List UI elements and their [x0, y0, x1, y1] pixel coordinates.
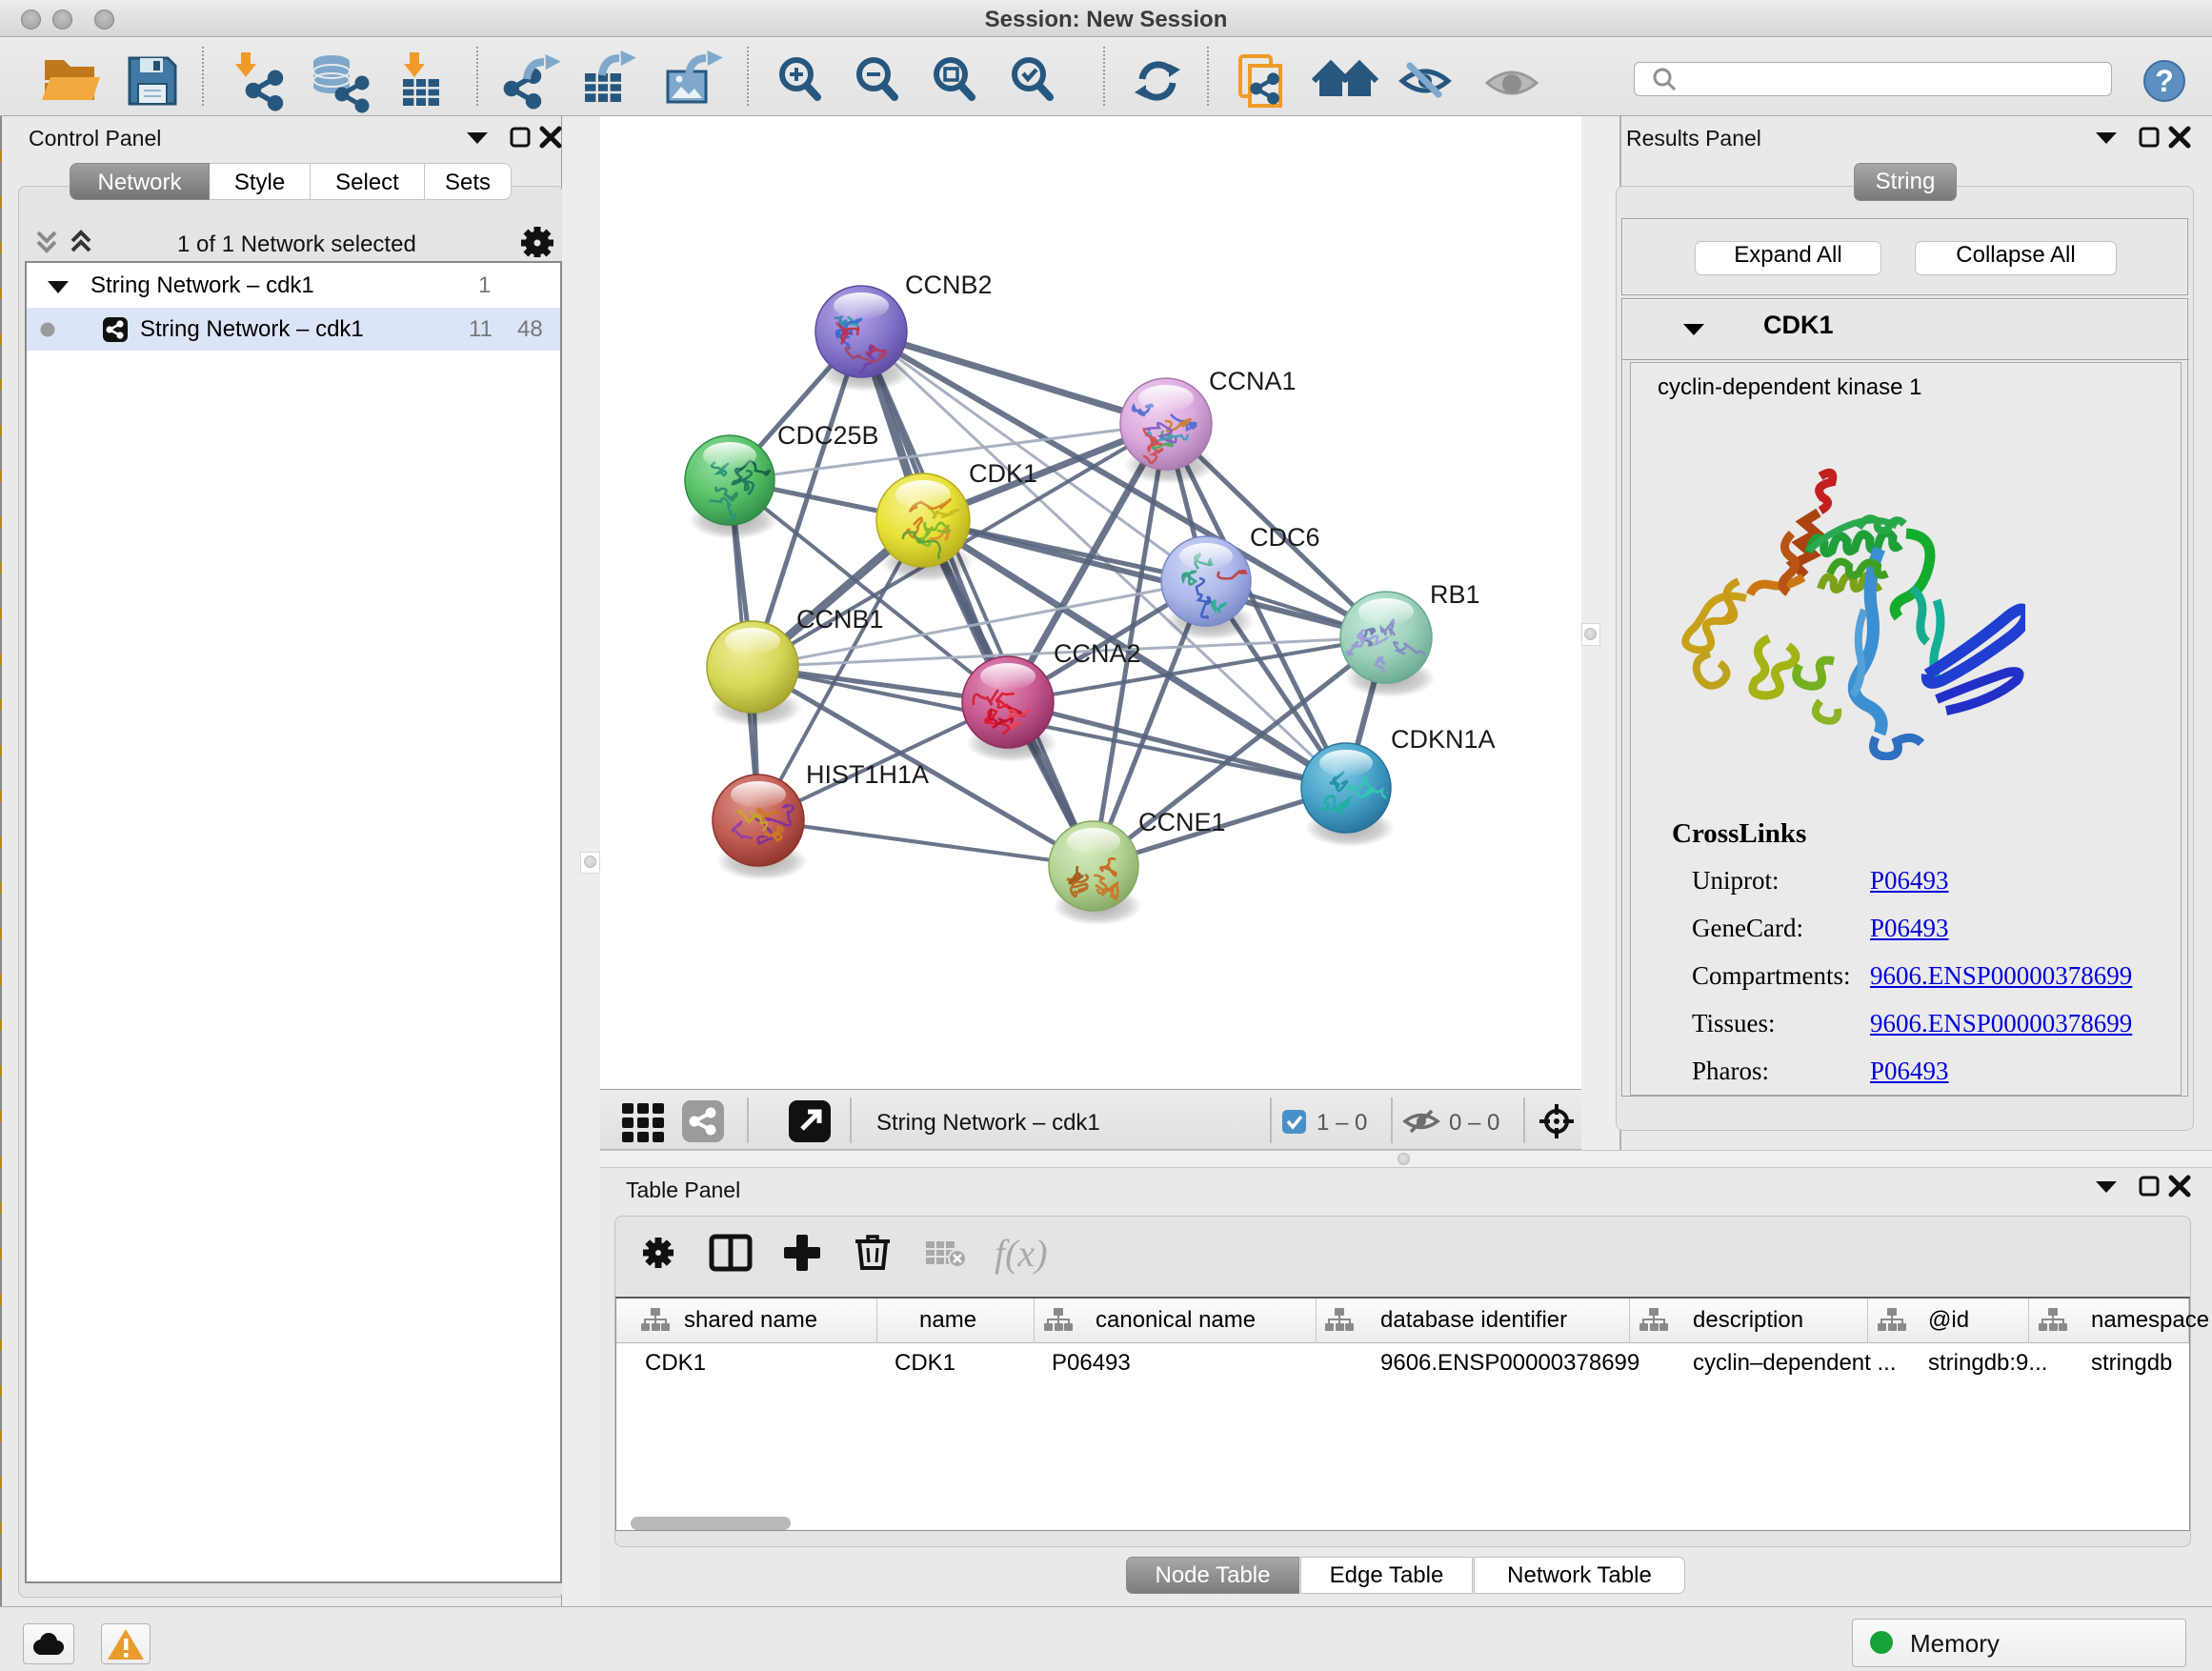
svg-text:CCNE1: CCNE1 — [1138, 808, 1226, 836]
svg-text:CDC6: CDC6 — [1250, 523, 1320, 552]
svg-text:CCNB1: CCNB1 — [796, 605, 884, 634]
svg-text:1 – 0: 1 – 0 — [1317, 1110, 1367, 1136]
svg-text:HIST1H1A: HIST1H1A — [806, 760, 929, 789]
svg-text:CCNA1: CCNA1 — [1209, 367, 1297, 395]
svg-text:CCNA2: CCNA2 — [1054, 639, 1141, 668]
svg-text:1 of 1 Network selected: 1 of 1 Network selected — [177, 232, 416, 257]
svg-text:String Network – cdk1: String Network – cdk1 — [876, 1110, 1100, 1136]
svg-text:CCNB2: CCNB2 — [905, 271, 993, 299]
svg-text:?: ? — [2155, 64, 2174, 98]
svg-text:0 – 0: 0 – 0 — [1449, 1110, 1499, 1136]
svg-text:RB1: RB1 — [1430, 580, 1480, 609]
svg-text:CDC25B: CDC25B — [777, 421, 879, 450]
svg-text:f(x): f(x) — [995, 1232, 1048, 1275]
svg-text:CDK1: CDK1 — [969, 459, 1037, 488]
svg-text:CDKN1A: CDKN1A — [1391, 725, 1496, 754]
